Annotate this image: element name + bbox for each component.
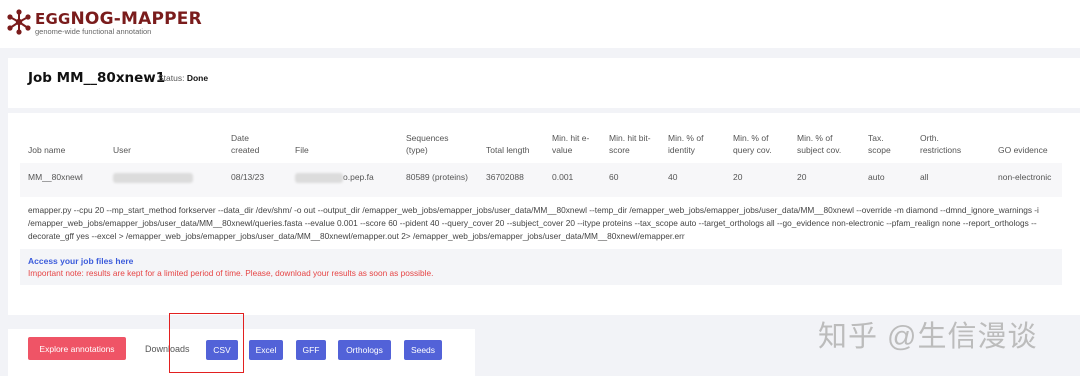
column-header: Date created xyxy=(231,133,260,155)
watermark-text: 知乎 @生信漫谈 xyxy=(818,321,1038,353)
highlight-box xyxy=(169,313,244,373)
download-orthologs-button[interactable]: Orthologs xyxy=(338,340,391,360)
column-header: Min. % of identity xyxy=(668,133,704,155)
cell-orth-restrictions: all xyxy=(912,163,990,197)
top-navbar: EGGNOG-MAPPER genome-wide functional ann… xyxy=(0,0,1080,48)
status-label: Status: xyxy=(158,73,185,83)
job-status: Status: Done xyxy=(158,73,208,83)
cell-sequences: 80589 (proteins) xyxy=(398,163,478,197)
cell-user xyxy=(105,163,223,197)
cell-query-cov: 20 xyxy=(725,163,789,197)
download-seeds-button[interactable]: Seeds xyxy=(404,340,442,360)
explore-annotations-button[interactable]: Explore annotations xyxy=(28,337,126,360)
command-line-text: emapper.py --cpu 20 --mp_start_method fo… xyxy=(28,205,1039,241)
cell-date-created: 08/13/23 xyxy=(223,163,287,197)
app-logo-title[interactable]: EGGNOG-MAPPER xyxy=(35,9,202,29)
cell-bitscore: 60 xyxy=(601,163,660,197)
cell-evalue: 0.001 xyxy=(544,163,601,197)
job-header-card: Job MM__80xnew1 Status: Done xyxy=(8,58,1080,108)
column-header: GO evidence xyxy=(998,145,1048,155)
column-header: Sequences (type) xyxy=(406,133,449,155)
job-parameters-table: Job name User Date created File Sequence… xyxy=(20,123,1062,197)
column-header: Min. % of subject cov. xyxy=(797,133,842,155)
column-header: Min. hit bit-score xyxy=(609,133,651,155)
access-job-files-link[interactable]: Access your job files here xyxy=(28,255,1054,267)
column-header: Tax. scope xyxy=(868,133,891,155)
logo-title-main: NOG-MAPPER xyxy=(70,9,202,29)
table-row: MM__80xnewl 08/13/23 o.pep.fa 80589 (pro… xyxy=(20,163,1062,197)
cell-subject-cov: 20 xyxy=(789,163,860,197)
job-title: Job MM__80xnew1 xyxy=(28,70,166,86)
logo-title-prefix: EGG xyxy=(35,10,71,28)
download-excel-button[interactable]: Excel xyxy=(249,340,283,360)
column-header: File xyxy=(295,145,309,155)
network-nodes-icon xyxy=(7,9,31,35)
cell-go-evidence: non-electronic xyxy=(990,163,1062,197)
download-gff-button[interactable]: GFF xyxy=(296,340,326,360)
cell-file: o.pep.fa xyxy=(287,163,398,197)
job-details-card: Job name User Date created File Sequence… xyxy=(8,113,1080,315)
column-header: Total length xyxy=(486,145,530,155)
column-header: Job name xyxy=(28,145,66,155)
file-suffix: o.pep.fa xyxy=(343,172,374,182)
column-header: User xyxy=(113,145,131,155)
column-header: Orth. restrictions xyxy=(920,133,962,155)
column-header: Min. % of query cov. xyxy=(733,133,772,155)
cell-identity: 40 xyxy=(660,163,725,197)
access-files-box: Access your job files here Important not… xyxy=(20,249,1062,285)
status-value: Done xyxy=(186,73,209,83)
cell-job-name: MM__80xnewl xyxy=(20,163,105,197)
app-subtitle: genome-wide functional annotation xyxy=(35,27,152,36)
retention-warning: Important note: results are kept for a l… xyxy=(28,268,434,278)
cell-tax-scope: auto xyxy=(860,163,912,197)
redacted-filename xyxy=(295,172,343,183)
cell-total-length: 36702088 xyxy=(478,163,544,197)
redacted-user xyxy=(113,172,193,183)
column-header: Min. hit e-value xyxy=(552,133,590,155)
table-header-row: Job name User Date created File Sequence… xyxy=(20,123,1062,163)
